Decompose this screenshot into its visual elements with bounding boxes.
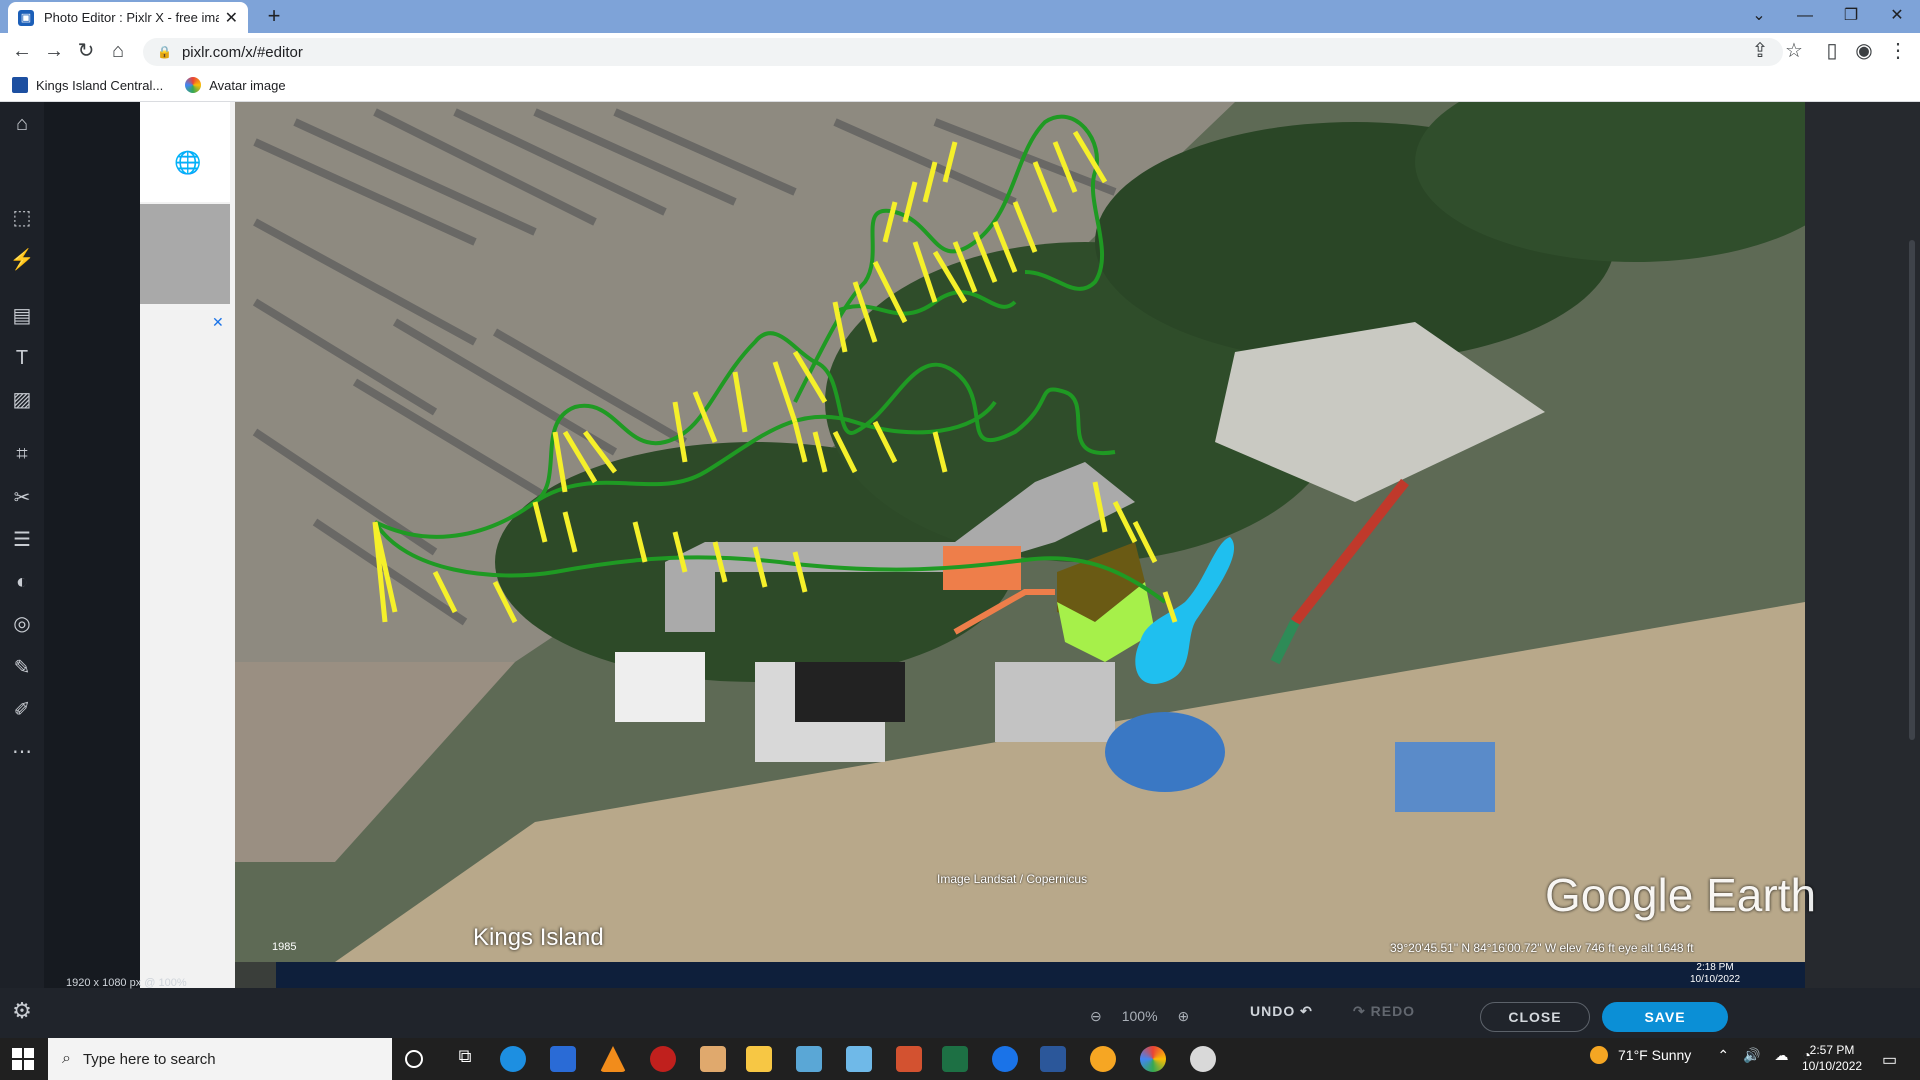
bookmark-label: Avatar image	[209, 77, 286, 93]
inner-taskbar	[276, 962, 1805, 988]
restore-button[interactable]: ❐	[1828, 4, 1874, 28]
onedrive-cloud-icon[interactable]: ☁	[1774, 1047, 1788, 1064]
inner-time: 2:18 PM	[1696, 962, 1734, 973]
zoom-out-icon[interactable]: ⊖	[1090, 1008, 1102, 1025]
volume-icon[interactable]: 🔊	[1743, 1047, 1760, 1064]
settings-gear-icon[interactable]: ⚙	[8, 998, 36, 1026]
url-text: pixlr.com/x/#editor	[181, 43, 303, 61]
browser-tab[interactable]: ▣ Photo Editor : Pixlr X - free image ✕	[8, 2, 248, 33]
adjust-sliders-icon[interactable]: ☰	[8, 526, 36, 554]
app-bug-icon[interactable]	[650, 1046, 676, 1072]
url-field[interactable]: 🔒 pixlr.com/x/#editor	[143, 38, 1783, 66]
pattern-icon[interactable]: ▨	[8, 386, 36, 414]
retouch-icon[interactable]: ✎	[8, 654, 36, 682]
google-earth-map-image	[235, 102, 1805, 962]
word-icon[interactable]	[1040, 1046, 1066, 1072]
lock-icon: 🔒	[157, 45, 172, 59]
quick-fix-icon[interactable]: ⚡	[8, 246, 36, 274]
internet-explorer-icon[interactable]	[992, 1046, 1018, 1072]
close-tab-icon[interactable]: ✕	[225, 8, 238, 28]
scrollbar[interactable]	[1909, 240, 1915, 740]
browser-tab-bar	[0, 0, 1920, 33]
cortana-icon[interactable]	[405, 1050, 423, 1068]
zoom-level: 100%	[1121, 1008, 1158, 1024]
taskbar-clock[interactable]: 2:57 PM 10/10/2022	[1802, 1042, 1862, 1074]
arrange-tool-icon[interactable]: ⬚	[8, 204, 36, 232]
undo-button[interactable]: UNDO ↶	[1250, 1003, 1313, 1020]
store-icon[interactable]	[550, 1046, 576, 1072]
notification-icon[interactable]: ▭	[1882, 1050, 1897, 1070]
system-tray: 71°F Sunny ⌃ 🔊 ☁ ◔	[1590, 1046, 1811, 1064]
app-notes-icon[interactable]	[846, 1046, 872, 1072]
imagery-credit: Image Landsat / Copernicus	[937, 872, 1088, 886]
filter-icon[interactable]: ◐	[8, 568, 36, 596]
redo-button[interactable]: ↷ REDO	[1353, 1003, 1415, 1020]
chevron-up-icon[interactable]: ⌃	[1717, 1047, 1729, 1064]
bookmark-star-icon[interactable]: ☆	[1782, 40, 1806, 64]
side-panel-icon[interactable]: ▯	[1820, 40, 1844, 64]
back-icon[interactable]: ←	[10, 40, 34, 64]
liquify-icon[interactable]: ◎	[8, 610, 36, 638]
bookmark-label: Kings Island Central...	[36, 77, 164, 93]
bookmarks-bar: Kings Island Central... Avatar image	[0, 69, 1920, 102]
save-button[interactable]: SAVE	[1602, 1002, 1728, 1032]
minimize-button[interactable]: —	[1782, 4, 1828, 28]
draw-brush-icon[interactable]: ✐	[8, 696, 36, 724]
close-button[interactable]: CLOSE	[1480, 1002, 1590, 1032]
media-player-icon[interactable]	[700, 1046, 726, 1072]
weather-text[interactable]: 71°F Sunny	[1618, 1047, 1691, 1063]
taskbar-search-input[interactable]: ⌕ Type here to search	[48, 1038, 392, 1080]
task-view-icon[interactable]: ⧉	[452, 1046, 478, 1072]
zoom-in-icon[interactable]: ⊕	[1178, 1008, 1190, 1025]
search-icon: ⌕	[62, 1050, 71, 1067]
coordinates-readout: 39°20'45.51" N 84°16'00.72" W elev 746 f…	[1390, 941, 1694, 955]
cutout-scissors-icon[interactable]: ✂	[8, 484, 36, 512]
excel-icon[interactable]	[942, 1046, 968, 1072]
forward-icon[interactable]: →	[42, 40, 66, 64]
more-icon[interactable]: ⋯	[8, 738, 36, 766]
edge-icon[interactable]	[500, 1046, 526, 1072]
inner-date: 10/10/2022	[1690, 974, 1741, 985]
search-placeholder: Type here to search	[82, 1050, 216, 1068]
place-label: Kings Island	[473, 924, 604, 951]
tab-title: Photo Editor : Pixlr X - free image	[44, 10, 219, 25]
windows-start-icon[interactable]	[12, 1048, 34, 1070]
kings-island-logo-icon	[12, 77, 28, 93]
crop-icon[interactable]: ⌗	[8, 440, 36, 468]
layers-icon[interactable]: ▤	[8, 302, 36, 330]
tab-search-chevron-icon[interactable]: ⌄	[1736, 4, 1782, 28]
pinwheel-icon	[185, 77, 202, 93]
bookmark-avatar-image[interactable]: Avatar image	[185, 77, 286, 93]
pixlr-right-panel	[1805, 102, 1920, 988]
zoom-controls: ⊖ 100% ⊕	[1080, 1000, 1199, 1032]
clock-time: 2:57 PM	[1809, 1043, 1855, 1057]
powerpoint-icon[interactable]	[896, 1046, 922, 1072]
image-size-info: 1920 x 1080 px @ 100%	[66, 977, 187, 989]
weather-sun-icon	[1590, 1046, 1608, 1064]
pixlr-favicon-icon: ▣	[18, 9, 34, 26]
close-window-button[interactable]: ✕	[1874, 4, 1920, 28]
globe-icon: 🌐	[174, 150, 202, 175]
app-disk-icon[interactable]	[1190, 1046, 1216, 1072]
file-explorer-icon[interactable]	[746, 1046, 772, 1072]
app-window-icon[interactable]	[796, 1046, 822, 1072]
clock-date: 10/10/2022	[1802, 1059, 1863, 1073]
chrome-icon[interactable]	[1140, 1046, 1166, 1072]
home-icon[interactable]: ⌂	[8, 110, 36, 138]
share-icon[interactable]: ⇪	[1748, 40, 1772, 64]
reload-icon[interactable]: ↻	[74, 40, 98, 64]
new-tab-button[interactable]: +	[262, 5, 286, 29]
profile-avatar[interactable]: ◉	[1852, 40, 1876, 64]
inner-clock: 2:18 PM 10/10/2022	[1690, 962, 1740, 986]
text-tool-icon[interactable]: T	[8, 344, 36, 372]
app-circle-icon[interactable]	[1090, 1046, 1116, 1072]
bookmark-kings-island[interactable]: Kings Island Central...	[12, 77, 163, 93]
home-icon[interactable]: ⌂	[106, 40, 130, 64]
historical-year-label: 1985	[272, 941, 297, 953]
close-icon: ✕	[212, 314, 224, 330]
menu-kebab-icon[interactable]: ⋮	[1886, 40, 1910, 64]
google-earth-watermark: Google Earth	[1545, 869, 1817, 921]
inner-left-panel	[140, 102, 235, 992]
